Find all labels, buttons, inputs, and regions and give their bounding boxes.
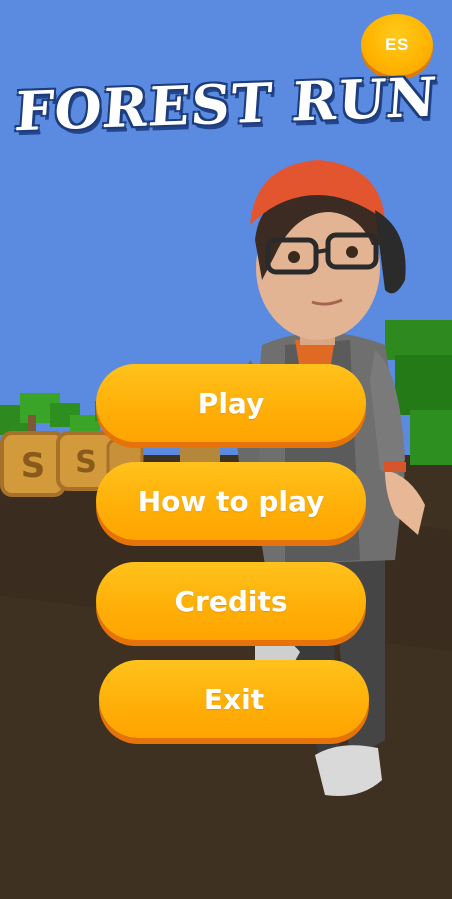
coin-glyph: S bbox=[21, 446, 46, 486]
exit-button[interactable]: Exit bbox=[99, 660, 369, 738]
play-button[interactable]: Play bbox=[96, 364, 366, 442]
credits-button-label: Credits bbox=[174, 584, 288, 618]
game-scene: S S ES FOREST RUN Play How to play Credi… bbox=[0, 0, 452, 899]
coin-glyph: S bbox=[75, 445, 97, 480]
play-button-label: Play bbox=[197, 386, 265, 420]
language-button-label: ES bbox=[385, 35, 409, 54]
how-to-play-button-label: How to play bbox=[137, 484, 325, 518]
exit-button-label: Exit bbox=[203, 682, 265, 716]
credits-button[interactable]: Credits bbox=[96, 562, 366, 640]
coin-icon: S bbox=[0, 431, 66, 497]
how-to-play-button[interactable]: How to play bbox=[96, 462, 366, 540]
